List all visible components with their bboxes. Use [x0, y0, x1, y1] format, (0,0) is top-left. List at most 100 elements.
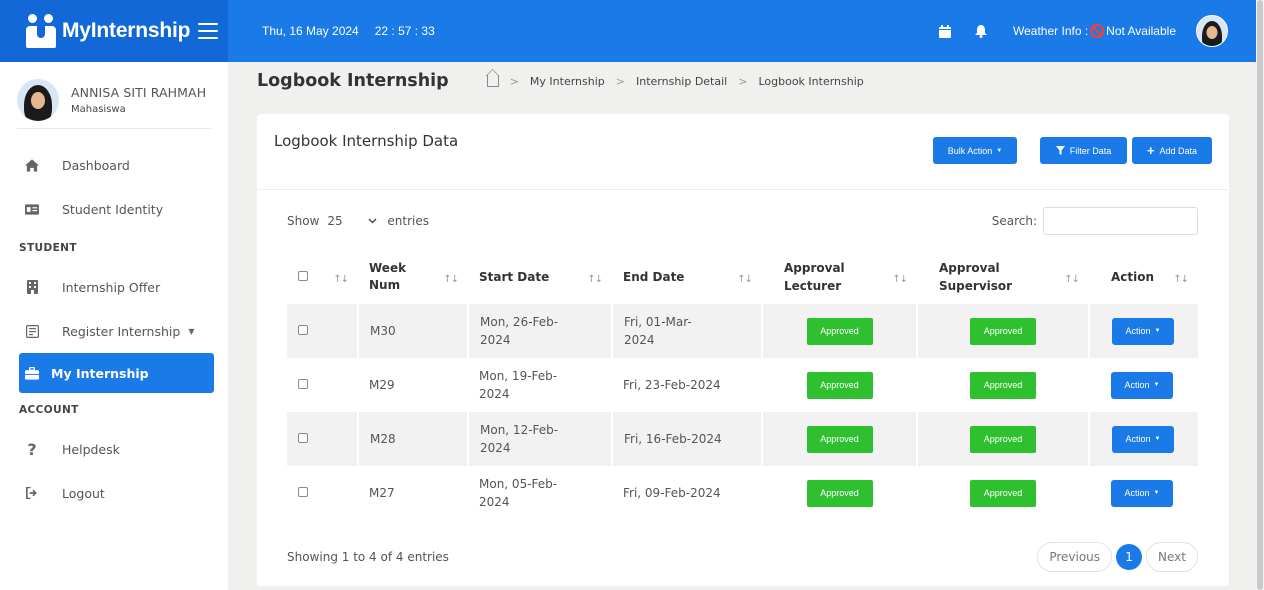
sidebar-item-my-internship[interactable]: My Internship [19, 353, 214, 393]
cell-start-date: Mon, 05-Feb-2024 [479, 477, 558, 509]
calendar-icon[interactable] [937, 23, 953, 39]
add-data-button[interactable]: + Add Data [1132, 137, 1212, 164]
entries-value: 25 [327, 214, 343, 228]
user-role: Mahasiswa [71, 104, 126, 115]
sort-icon: ↑↓ [1064, 274, 1080, 285]
logbook-table: ↑↓ Week Num ↑↓ Start Date ↑↓ End Date ↑↓ Ap… [287, 250, 1198, 520]
datetime: Thu, 16 May 2024 22 : 57 : 33 [262, 24, 435, 38]
logout-icon [25, 486, 39, 500]
hamburger-menu-icon[interactable] [198, 23, 219, 39]
cell-end-date: Fri, 09-Feb-2024 [623, 486, 721, 500]
caret-down-icon: ▼ [1153, 382, 1160, 388]
row-checkbox[interactable] [298, 325, 308, 335]
previous-button[interactable]: Previous [1037, 542, 1113, 572]
current-date: Thu, 16 May 2024 [262, 24, 359, 38]
content-header: Logbook Internship > My Internship > Int… [257, 66, 864, 96]
row-checkbox[interactable] [298, 433, 308, 443]
home-icon[interactable] [486, 75, 499, 87]
row-action-button[interactable]: Action ▼ [1112, 317, 1174, 345]
avatar [17, 79, 59, 121]
table-row: M28 Mon, 12-Feb-2024 Fri, 16-Feb-2024 Ap… [287, 412, 1198, 466]
column-start-date[interactable]: Start Date ↑↓ [468, 250, 612, 304]
chevron-down-icon: ▼ [188, 326, 195, 336]
status-badge: Approved [970, 371, 1036, 399]
entries-select[interactable]: 25 [325, 209, 379, 233]
top-navbar: MyInternship Thu, 16 May 2024 22 : 57 : 3… [0, 0, 1256, 62]
sidebar-item-register-internship[interactable]: Register Internship ▼ [0, 309, 228, 353]
row-action-button[interactable]: Action ▼ [1111, 479, 1173, 507]
action-label: Action [1125, 434, 1151, 444]
breadcrumb: > My Internship > Internship Detail > Lo… [486, 74, 864, 88]
cell-week: M30 [357, 304, 468, 358]
entries-label: entries [387, 214, 429, 228]
column-label: Start Date [479, 270, 550, 284]
column-approval-lecturer[interactable]: Approval Lecturer ↑↓ [762, 250, 917, 304]
bell-icon[interactable] [973, 23, 989, 39]
home-icon [25, 158, 39, 172]
building-icon [25, 280, 39, 294]
sidebar-item-logout[interactable]: Logout [0, 471, 228, 515]
scrollbar-thumb[interactable] [1257, 0, 1263, 590]
status-badge: Approved [970, 317, 1036, 345]
current-time: 22 : 57 : 33 [374, 24, 435, 38]
status-badge: Approved [806, 371, 873, 399]
weather-info: Weather Info : Not Available [1013, 24, 1176, 38]
cell-week: M27 [369, 486, 395, 500]
sidebar-item-student-identity[interactable]: Student Identity [0, 187, 228, 231]
sidebar-item-helpdesk[interactable]: ? Helpdesk [0, 427, 228, 471]
next-button[interactable]: Next [1146, 542, 1198, 572]
form-icon [25, 324, 39, 338]
status-badge: Approved [806, 425, 873, 453]
row-action-button[interactable]: Action ▼ [1111, 371, 1173, 399]
sidebar-item-label: Helpdesk [62, 441, 120, 457]
user-avatar[interactable] [1196, 15, 1228, 47]
column-label: Week Num [369, 261, 407, 292]
sidebar-item-label: Student Identity [62, 201, 164, 217]
page-1-button[interactable]: 1 [1116, 544, 1143, 570]
cell-start-date: Mon, 12-Feb-2024 [480, 423, 559, 455]
column-end-date[interactable]: End Date ↑↓ [612, 250, 762, 304]
scrollbar[interactable] [1256, 0, 1264, 590]
chevron-down-icon [368, 218, 377, 224]
breadcrumb-internship-detail[interactable]: Internship Detail [636, 75, 727, 88]
weather-value: Not Available [1106, 24, 1176, 38]
section-account: ACCOUNT [19, 404, 79, 416]
cell-start-date: Mon, 19-Feb-2024 [479, 369, 558, 401]
select-all-checkbox[interactable] [298, 271, 308, 281]
table-row: M29 Mon, 19-Feb-2024 Fri, 23-Feb-2024 Ap… [287, 358, 1198, 412]
status-badge: Approved [970, 479, 1036, 507]
user-profile: ANNISA SITI RAHMAH Mahasiswa [0, 62, 228, 128]
column-approval-supervisor[interactable]: Approval Supervisor ↑↓ [917, 250, 1089, 304]
id-card-icon [25, 202, 39, 216]
sort-icon[interactable]: ↑↓ [333, 274, 349, 285]
bulk-action-label: Bulk Action [947, 145, 993, 156]
add-data-label: Add Data [1159, 145, 1198, 156]
breadcrumb-logbook-internship: Logbook Internship [758, 74, 864, 88]
page-title: Logbook Internship [257, 71, 449, 91]
row-action-button[interactable]: Action ▼ [1112, 425, 1174, 453]
cell-end-date: Fri, 16-Feb-2024 [611, 412, 762, 466]
brand-logo-icon [26, 14, 56, 48]
bulk-action-button[interactable]: Bulk Action ▼ [933, 137, 1017, 164]
plus-icon: + [1146, 143, 1155, 158]
sidebar-item-dashboard[interactable]: Dashboard [0, 143, 228, 187]
brand[interactable]: MyInternship [0, 0, 228, 62]
sort-icon: ↑↓ [1173, 274, 1189, 285]
caret-down-icon: ▼ [1154, 328, 1161, 334]
column-action[interactable]: Action ↑↓ [1089, 250, 1198, 304]
sidebar-item-label: Register Internship [62, 323, 181, 339]
sidebar-item-internship-offer[interactable]: Internship Offer [0, 265, 228, 309]
search-input[interactable] [1043, 207, 1198, 235]
row-checkbox[interactable] [298, 379, 308, 389]
cell-start-date: Mon, 26-Feb-2024 [480, 315, 559, 347]
sidebar-item-label: Dashboard [62, 157, 130, 173]
column-label: Action [1111, 270, 1155, 284]
status-badge: Approved [806, 479, 873, 507]
filter-data-button[interactable]: Filter Data [1040, 137, 1127, 164]
sidebar-nav: Dashboard Student Identity STUDENT Inter… [0, 129, 228, 515]
caret-down-icon: ▼ [1153, 490, 1160, 496]
breadcrumb-my-internship[interactable]: My Internship [530, 75, 605, 88]
column-week-num[interactable]: Week Num ↑↓ [358, 250, 468, 304]
row-checkbox[interactable] [298, 487, 308, 497]
action-label: Action [1124, 380, 1150, 390]
